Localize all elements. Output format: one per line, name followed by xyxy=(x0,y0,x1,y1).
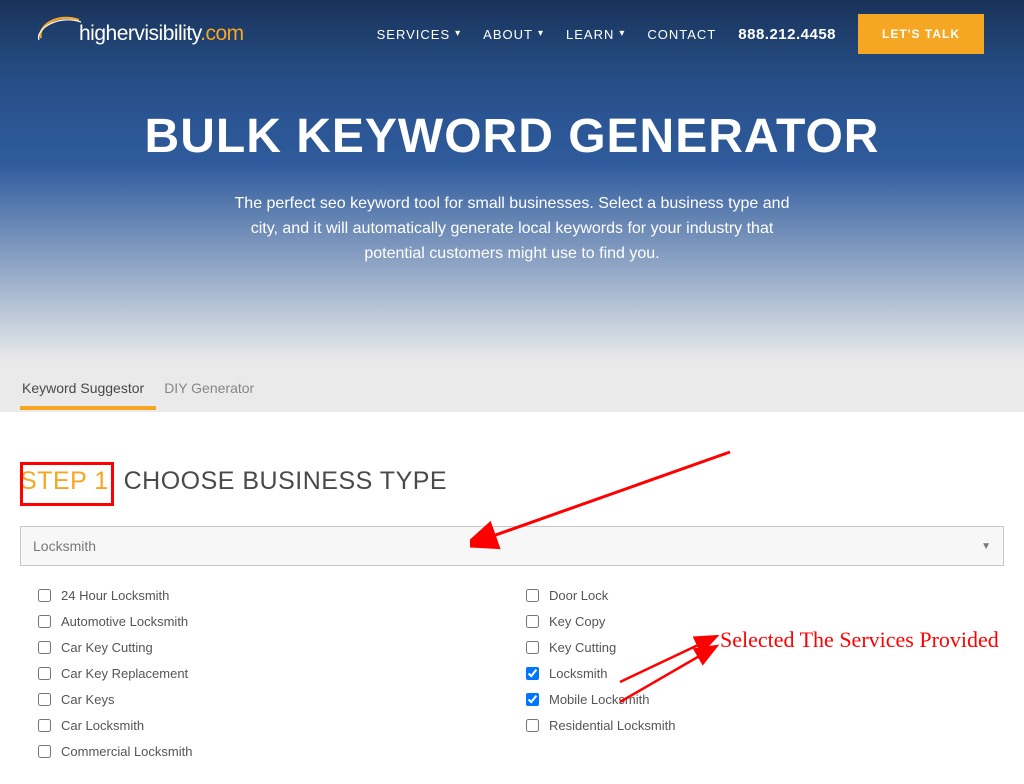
service-label: Key Copy xyxy=(549,614,605,629)
chevron-down-icon: ▾ xyxy=(455,29,461,39)
service-checkbox[interactable] xyxy=(38,641,51,654)
page-subtitle: The perfect seo keyword tool for small b… xyxy=(232,192,792,266)
nav-contact[interactable]: CONTACT xyxy=(647,27,716,42)
service-checkbox[interactable] xyxy=(38,693,51,706)
service-label: Commercial Locksmith xyxy=(61,744,192,759)
service-item[interactable]: Car Key Replacement xyxy=(38,666,516,681)
services-grid: 24 Hour Locksmith Automotive Locksmith Car… xyxy=(20,588,1004,770)
nav-services[interactable]: SERVICES ▾ xyxy=(377,27,462,42)
top-nav: highervisibility.com SERVICES ▾ ABOUT ▾ … xyxy=(0,0,1024,54)
service-item[interactable]: Key Copy xyxy=(526,614,1004,629)
service-checkbox[interactable] xyxy=(38,745,51,758)
brand-name-text: highervisibility xyxy=(79,22,200,45)
nav-learn[interactable]: LEARN ▾ xyxy=(566,27,625,42)
chevron-down-icon: ▾ xyxy=(619,29,625,39)
brand-name: highervisibility.com xyxy=(79,22,244,46)
service-item[interactable]: Residential Locksmith xyxy=(526,718,1004,733)
service-item[interactable]: Locksmith xyxy=(526,666,1004,681)
brand-logo[interactable]: highervisibility.com xyxy=(35,14,244,54)
service-label: Automotive Locksmith xyxy=(61,614,188,629)
service-label: Car Key Cutting xyxy=(61,640,153,655)
service-checkbox[interactable] xyxy=(38,589,51,602)
service-checkbox[interactable] xyxy=(526,589,539,602)
nav-contact-label: CONTACT xyxy=(647,27,716,42)
lets-talk-button[interactable]: LET'S TALK xyxy=(858,14,984,54)
service-checkbox[interactable] xyxy=(526,641,539,654)
hero-section: highervisibility.com SERVICES ▾ ABOUT ▾ … xyxy=(0,0,1024,362)
service-checkbox[interactable] xyxy=(526,667,539,680)
business-type-selected: Locksmith xyxy=(33,538,96,554)
service-checkbox[interactable] xyxy=(526,615,539,628)
services-col-right: Door Lock Key Copy Key Cutting Locksmith Mob… xyxy=(516,588,1004,770)
tab-bar: Keyword Suggestor DIY Generator xyxy=(0,362,1024,412)
nav-services-label: SERVICES xyxy=(377,27,451,42)
service-item[interactable]: Automotive Locksmith xyxy=(38,614,516,629)
service-checkbox[interactable] xyxy=(38,719,51,732)
service-checkbox[interactable] xyxy=(38,667,51,680)
service-checkbox[interactable] xyxy=(38,615,51,628)
nav-about-label: ABOUT xyxy=(483,27,533,42)
service-checkbox[interactable] xyxy=(526,693,539,706)
service-label: 24 Hour Locksmith xyxy=(61,588,169,603)
page-title: BULK KEYWORD GENERATOR xyxy=(0,109,1024,164)
step-title: CHOOSE BUSINESS TYPE xyxy=(116,467,447,495)
service-label: Car Locksmith xyxy=(61,718,144,733)
chevron-down-icon: ▾ xyxy=(538,29,544,39)
service-item[interactable]: Car Locksmith xyxy=(38,718,516,733)
service-item[interactable]: Commercial Locksmith xyxy=(38,744,516,759)
hero-content: BULK KEYWORD GENERATOR The perfect seo k… xyxy=(0,54,1024,266)
service-label: Locksmith xyxy=(549,666,608,681)
service-item[interactable]: 24 Hour Locksmith xyxy=(38,588,516,603)
service-label: Residential Locksmith xyxy=(549,718,675,733)
nav-about[interactable]: ABOUT ▾ xyxy=(483,27,544,42)
business-type-select[interactable]: Locksmith ▼ xyxy=(20,526,1004,566)
service-checkbox[interactable] xyxy=(526,719,539,732)
service-label: Car Keys xyxy=(61,692,114,707)
nav-right: SERVICES ▾ ABOUT ▾ LEARN ▾ CONTACT 888.2… xyxy=(377,14,984,54)
step-label: STEP 1: xyxy=(20,467,116,495)
service-label: Key Cutting xyxy=(549,640,616,655)
services-col-left: 24 Hour Locksmith Automotive Locksmith Car… xyxy=(20,588,516,770)
service-item[interactable]: Car Keys xyxy=(38,692,516,707)
brand-tld: .com xyxy=(200,22,244,45)
phone-number[interactable]: 888.212.4458 xyxy=(738,26,836,43)
service-label: Door Lock xyxy=(549,588,608,603)
tab-diy-generator[interactable]: DIY Generator xyxy=(162,365,266,409)
service-item[interactable]: Key Cutting xyxy=(526,640,1004,655)
service-label: Mobile Locksmith xyxy=(549,692,649,707)
tab-keyword-suggestor[interactable]: Keyword Suggestor xyxy=(20,365,156,410)
step-heading: STEP 1: CHOOSE BUSINESS TYPE xyxy=(20,467,447,496)
dropdown-triangle-icon: ▼ xyxy=(981,541,991,552)
service-item[interactable]: Mobile Locksmith xyxy=(526,692,1004,707)
service-item[interactable]: Car Key Cutting xyxy=(38,640,516,655)
service-item[interactable]: Door Lock xyxy=(526,588,1004,603)
logo-swoosh-icon xyxy=(35,14,83,54)
content-area: STEP 1: CHOOSE BUSINESS TYPE Locksmith ▼… xyxy=(0,412,1024,770)
service-label: Car Key Replacement xyxy=(61,666,188,681)
nav-learn-label: LEARN xyxy=(566,27,614,42)
